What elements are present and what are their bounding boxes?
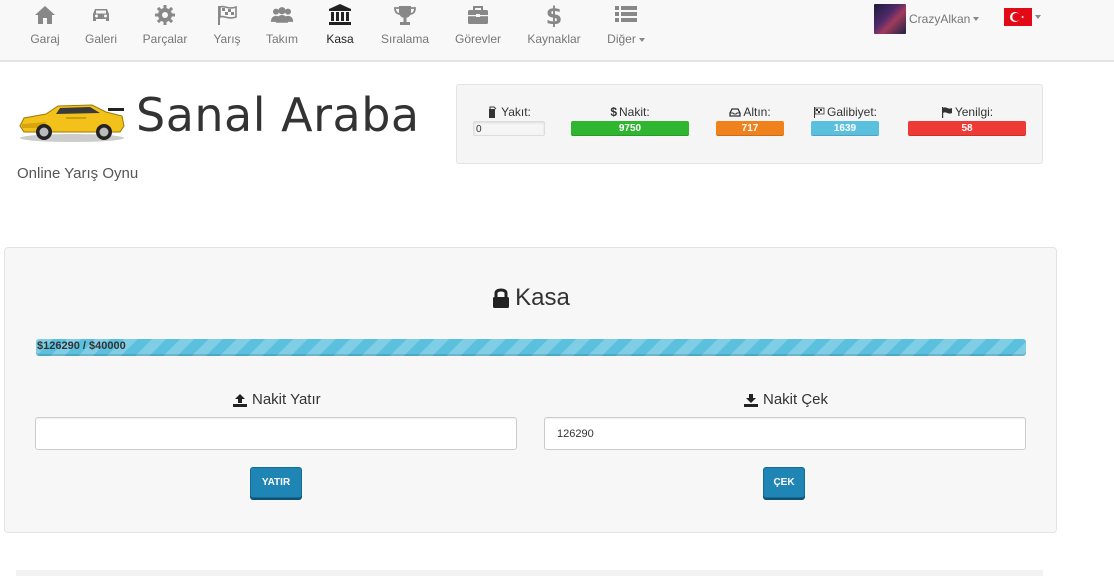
svg-text:$: $ [546, 3, 563, 27]
username: CrazyAlkan [909, 12, 971, 26]
stat-fuel: Yakıt: 0 [473, 105, 545, 136]
cash-bar: 9750 [571, 121, 689, 136]
deposit-button[interactable]: YATIR [250, 467, 302, 498]
dollar-icon: $ [610, 105, 617, 119]
nav-item-kaynaklar[interactable]: $ Kaynaklar [526, 0, 582, 60]
stat-wins: Galibiyet: 1639 [811, 105, 879, 136]
nav-item-siralama[interactable]: Sıralama [380, 0, 430, 60]
list-icon [604, 3, 648, 31]
upload-icon [233, 393, 247, 407]
nav-label: Garaj [30, 32, 60, 46]
avatar [874, 4, 906, 34]
nav-item-diger[interactable]: Diğer [604, 0, 648, 60]
withdraw-amount-input[interactable] [544, 417, 1026, 450]
chevron-down-icon [1035, 15, 1041, 19]
bank-title: Kasa [5, 284, 1056, 312]
car-icon [84, 3, 118, 31]
trophy-icon [380, 3, 430, 31]
logo-car-image [16, 96, 128, 144]
language-menu[interactable] [1004, 8, 1041, 26]
nav-item-galeri[interactable]: Galeri [84, 0, 118, 60]
stat-label: Yakıt: [501, 105, 531, 119]
deposit-heading: Nakit Yatır [232, 391, 321, 408]
withdraw-button[interactable]: ÇEK [763, 467, 805, 498]
checkered-flag-icon [813, 107, 825, 118]
nav-label: Kasa [326, 32, 354, 46]
chevron-down-icon [638, 37, 645, 42]
nav-item-yaris[interactable]: Yarış [212, 0, 242, 60]
wins-bar: 1639 [811, 121, 879, 136]
site-subtitle: Online Yarış Oynu [17, 165, 139, 182]
losses-bar: 58 [908, 121, 1026, 136]
deposit-amount-input[interactable] [35, 417, 517, 450]
nav-label: Takım [265, 32, 298, 46]
bank-panel: Kasa $126290 / $40000 Nakit Yatır YATIR … [4, 247, 1057, 533]
stat-gold: Altın: 717 [716, 105, 784, 136]
fuel-icon [489, 106, 497, 118]
nav-label: Diğer [604, 32, 648, 46]
top-navbar: Garaj Galeri Parçalar Yarış Takım Kasa S… [0, 0, 1114, 62]
chevron-down-icon [973, 17, 980, 21]
fuel-bar: 0 [473, 121, 545, 136]
stat-label: Nakit: [619, 105, 650, 119]
gear-icon [141, 3, 189, 31]
stat-cash: $ Nakit: 9750 [571, 105, 689, 136]
withdraw-heading: Nakit Çek [743, 391, 828, 408]
home-icon [30, 3, 60, 31]
stat-label: Yenilgi: [954, 105, 994, 119]
turkey-flag-icon [1004, 8, 1032, 26]
briefcase-icon [453, 3, 503, 31]
nav-label: Kaynaklar [527, 32, 581, 46]
site-title: Sanal Araba [136, 88, 420, 142]
nav-item-takim[interactable]: Takım [264, 0, 300, 60]
stat-label: Galibiyet: [826, 105, 878, 119]
nav-item-kasa[interactable]: Kasa [324, 0, 356, 60]
progress-text: $126290 / $40000 [37, 340, 126, 352]
user-menu[interactable]: CrazyAlkan [874, 4, 980, 34]
nav-item-parcalar[interactable]: Parçalar [141, 0, 189, 60]
nav-label: Galeri [84, 32, 117, 46]
nav-item-garaj[interactable]: Garaj [30, 0, 60, 60]
bank-title-text: Kasa [515, 284, 570, 311]
nav-label: Parçalar [142, 32, 188, 46]
flag-icon [941, 107, 952, 118]
stat-label: Altın: [743, 105, 771, 119]
player-stats-panel: Yakıt: 0 $ Nakit: 9750 Altın: 717 Galibi… [456, 84, 1043, 164]
dollar-icon: $ [526, 2, 582, 31]
bank-icon [324, 3, 356, 31]
checkered-flag-icon [212, 3, 242, 31]
nav-label: Yarış [213, 32, 241, 46]
nav-label: Sıralama [380, 32, 430, 46]
footer-strip [16, 570, 1043, 576]
inbox-icon [729, 108, 741, 117]
nav-item-gorevler[interactable]: Görevler [453, 0, 503, 60]
download-icon [744, 393, 758, 407]
users-icon [264, 3, 300, 31]
nav-label: Görevler [454, 32, 501, 46]
gold-bar: 717 [716, 121, 784, 136]
stat-losses: Yenilgi: 58 [908, 105, 1026, 136]
bank-capacity-progress: $126290 / $40000 [36, 339, 1026, 356]
lock-icon [493, 288, 510, 308]
